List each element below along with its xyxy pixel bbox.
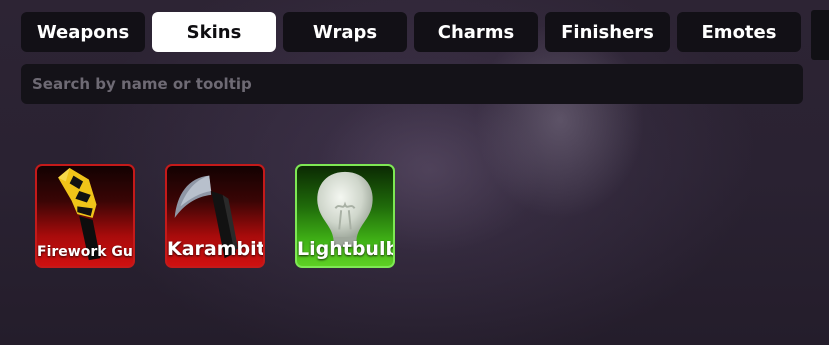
tab-finishers[interactable]: Finishers xyxy=(545,12,670,52)
item-card-karambit[interactable]: Karambit xyxy=(165,164,265,268)
tab-skins[interactable]: Skins xyxy=(152,12,276,52)
item-name: Karambit xyxy=(167,238,265,260)
tab-emotes[interactable]: Emotes xyxy=(677,12,801,52)
search-input[interactable] xyxy=(30,63,794,105)
tab-charms[interactable]: Charms xyxy=(414,12,538,52)
item-name: Firework Gun xyxy=(37,244,135,260)
item-name: Lightbulb xyxy=(297,238,395,260)
tab-scroll-edge[interactable] xyxy=(811,10,829,60)
search-bar[interactable] xyxy=(21,63,803,105)
tab-weapons[interactable]: Weapons xyxy=(21,12,145,52)
tab-wraps[interactable]: Wraps xyxy=(283,12,407,52)
tab-bar: Weapons Skins Wraps Charms Finishers Emo… xyxy=(21,12,801,52)
item-card-firework-gun[interactable]: Firework Gun xyxy=(35,164,135,268)
item-card-lightbulb[interactable]: Lightbulb xyxy=(295,164,395,268)
